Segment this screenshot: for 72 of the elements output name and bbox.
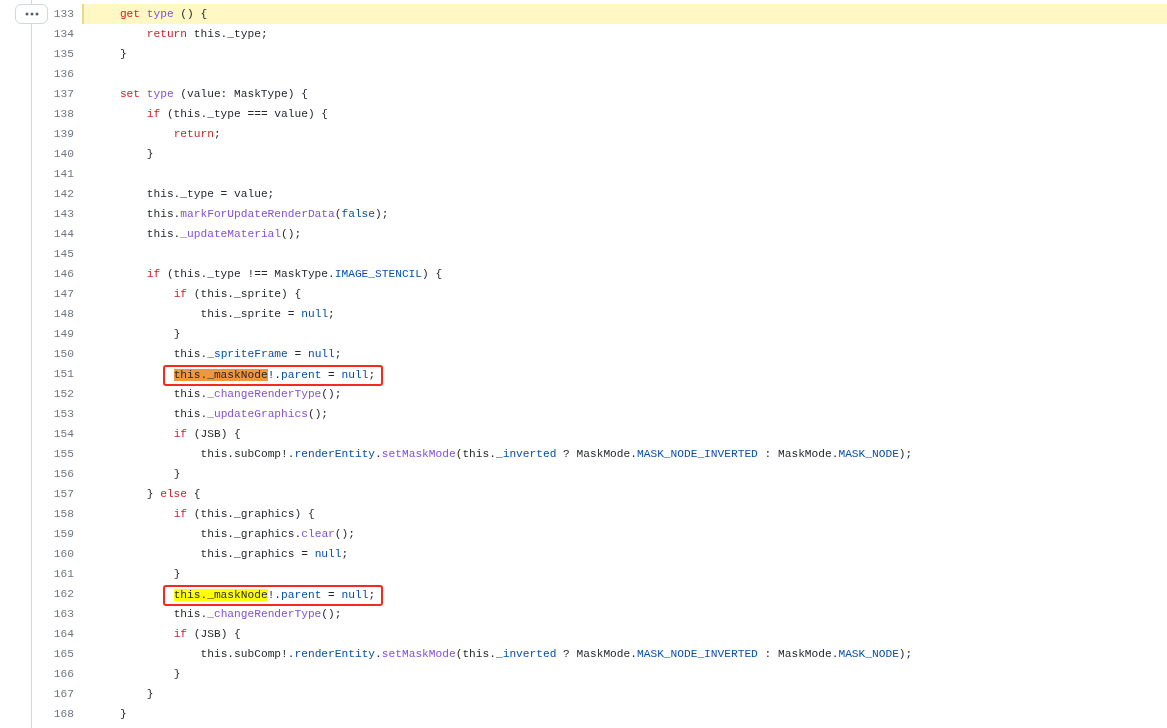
line-number: 147 bbox=[52, 287, 74, 302]
line-number: 148 bbox=[52, 307, 74, 322]
code-line: this._sprite = null; bbox=[199, 307, 336, 322]
line-number: 156 bbox=[52, 467, 74, 482]
code-line: return this._type; bbox=[145, 27, 269, 42]
code-line: this._updateGraphics(); bbox=[172, 407, 330, 422]
code-line: return; bbox=[172, 127, 222, 142]
code-line: this._graphics.clear(); bbox=[199, 527, 356, 542]
code-line: } bbox=[172, 467, 182, 482]
line-number: 138 bbox=[52, 107, 74, 122]
line-number: 149 bbox=[52, 327, 74, 342]
line-number: 164 bbox=[52, 627, 74, 642]
line-number: 167 bbox=[52, 687, 74, 702]
code-line: } bbox=[145, 687, 155, 702]
line-number: 141 bbox=[52, 167, 74, 182]
line-number: 151 bbox=[52, 367, 74, 382]
code-line: this._updateMaterial(); bbox=[145, 227, 303, 242]
line-number: 161 bbox=[52, 567, 74, 582]
code-text: !.parent = null; bbox=[267, 369, 376, 381]
code-line: } bbox=[118, 47, 128, 62]
code-line: } bbox=[172, 667, 182, 682]
code-line: this._spriteFrame = null; bbox=[172, 347, 343, 362]
code-line: this._changeRenderType(); bbox=[172, 387, 343, 402]
line-number: 150 bbox=[52, 347, 74, 362]
code-line: this._changeRenderType(); bbox=[172, 607, 343, 622]
line-number: 143 bbox=[52, 207, 74, 222]
search-highlight: this._maskNode bbox=[173, 589, 268, 601]
line-number: 154 bbox=[52, 427, 74, 442]
code-text: !.parent = null; bbox=[267, 589, 376, 601]
line-number: 155 bbox=[52, 447, 74, 462]
line-number: 166 bbox=[52, 667, 74, 682]
line-number: 165 bbox=[52, 647, 74, 662]
code-line: if (JSB) { bbox=[172, 627, 242, 642]
line-number: 159 bbox=[52, 527, 74, 542]
code-line: set type (value: MaskType) { bbox=[118, 87, 309, 102]
more-icon bbox=[24, 12, 39, 16]
code-line: if (this._graphics) { bbox=[172, 507, 316, 522]
line-number: 153 bbox=[52, 407, 74, 422]
line-number: 162 bbox=[52, 587, 74, 602]
line-number: 142 bbox=[52, 187, 74, 202]
code-line: } bbox=[118, 707, 128, 722]
code-line: this._type = value; bbox=[145, 187, 276, 202]
line-number: 158 bbox=[52, 507, 74, 522]
line-number: 136 bbox=[52, 67, 74, 82]
code-line: if (this._type !== MaskType.IMAGE_STENCIL) { bbox=[145, 267, 444, 282]
line-number: 134 bbox=[52, 27, 74, 42]
code-line: this.subComp!.renderEntity.setMaskMode(this._inverted ? MaskMode.MASK_NODE_INVERTED : MaskMode.MASK_NODE); bbox=[199, 447, 914, 462]
code-line: } bbox=[172, 567, 182, 582]
search-highlight: this._maskNode bbox=[173, 369, 268, 381]
code-line: this.markForUpdateRenderData(false); bbox=[145, 207, 390, 222]
code-line: } else { bbox=[145, 487, 202, 502]
line-number: 146 bbox=[52, 267, 74, 282]
line-number: 152 bbox=[52, 387, 74, 402]
line-number: 157 bbox=[52, 487, 74, 502]
line-number: 168 bbox=[52, 707, 74, 722]
code-line: } bbox=[172, 327, 182, 342]
line-number: 140 bbox=[52, 147, 74, 162]
line-number: 139 bbox=[52, 127, 74, 142]
more-button[interactable] bbox=[15, 4, 48, 24]
line-number: 144 bbox=[52, 227, 74, 242]
code-line: this._graphics = null; bbox=[199, 547, 350, 562]
line-number: 160 bbox=[52, 547, 74, 562]
line-number: 163 bbox=[52, 607, 74, 622]
code-line: this.subComp!.renderEntity.setMaskMode(this._inverted ? MaskMode.MASK_NODE_INVERTED : MaskMode.MASK_NODE); bbox=[199, 647, 914, 662]
code-line: if (this._sprite) { bbox=[172, 287, 303, 302]
code-line: if (JSB) { bbox=[172, 427, 242, 442]
line-number: 137 bbox=[52, 87, 74, 102]
code-line: if (this._type === value) { bbox=[145, 107, 330, 122]
code-line: } bbox=[145, 147, 155, 162]
line-number: 135 bbox=[52, 47, 74, 62]
line-number: 133 bbox=[52, 7, 74, 22]
line-number: 145 bbox=[52, 247, 74, 262]
